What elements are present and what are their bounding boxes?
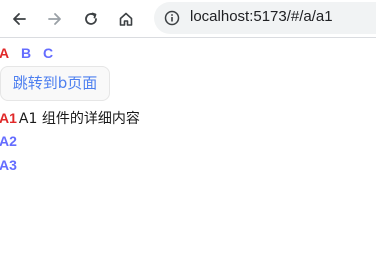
browser-toolbar: localhost:5173/#/a/a1	[0, 0, 376, 38]
home-button[interactable]	[115, 8, 137, 30]
home-icon	[119, 12, 133, 26]
sub-link-a1[interactable]: A1	[0, 110, 17, 126]
forward-button[interactable]	[44, 8, 66, 30]
reload-button[interactable]	[80, 8, 102, 30]
sub-route-row-a1: A1 A1 组件的详细内容	[0, 109, 140, 128]
address-bar[interactable]: localhost:5173/#/a/a1	[154, 2, 376, 34]
sub-link-a2[interactable]: A2	[0, 133, 17, 149]
top-nav: A B C	[0, 45, 61, 61]
sub-link-a3[interactable]: A3	[0, 157, 17, 173]
arrow-left-icon	[13, 13, 26, 25]
nav-link-b[interactable]: B	[21, 45, 31, 61]
a1-detail-text: A1 组件的详细内容	[18, 111, 140, 127]
sub-route-row-a2: A2	[0, 132, 19, 151]
nav-link-c[interactable]: C	[43, 45, 53, 61]
jump-to-b-button[interactable]: 跳转到b页面	[0, 66, 110, 101]
page-content: A B C 跳转到b页面 A1 A1 组件的详细内容 A2 A3	[0, 38, 376, 271]
info-icon[interactable]	[164, 10, 180, 26]
arrow-right-icon	[48, 13, 61, 25]
url-text[interactable]: localhost:5173/#/a/a1	[190, 8, 333, 25]
sub-route-row-a3: A3	[0, 156, 19, 175]
reload-icon	[85, 12, 97, 25]
back-button[interactable]	[8, 8, 30, 30]
nav-link-a[interactable]: A	[0, 45, 9, 61]
